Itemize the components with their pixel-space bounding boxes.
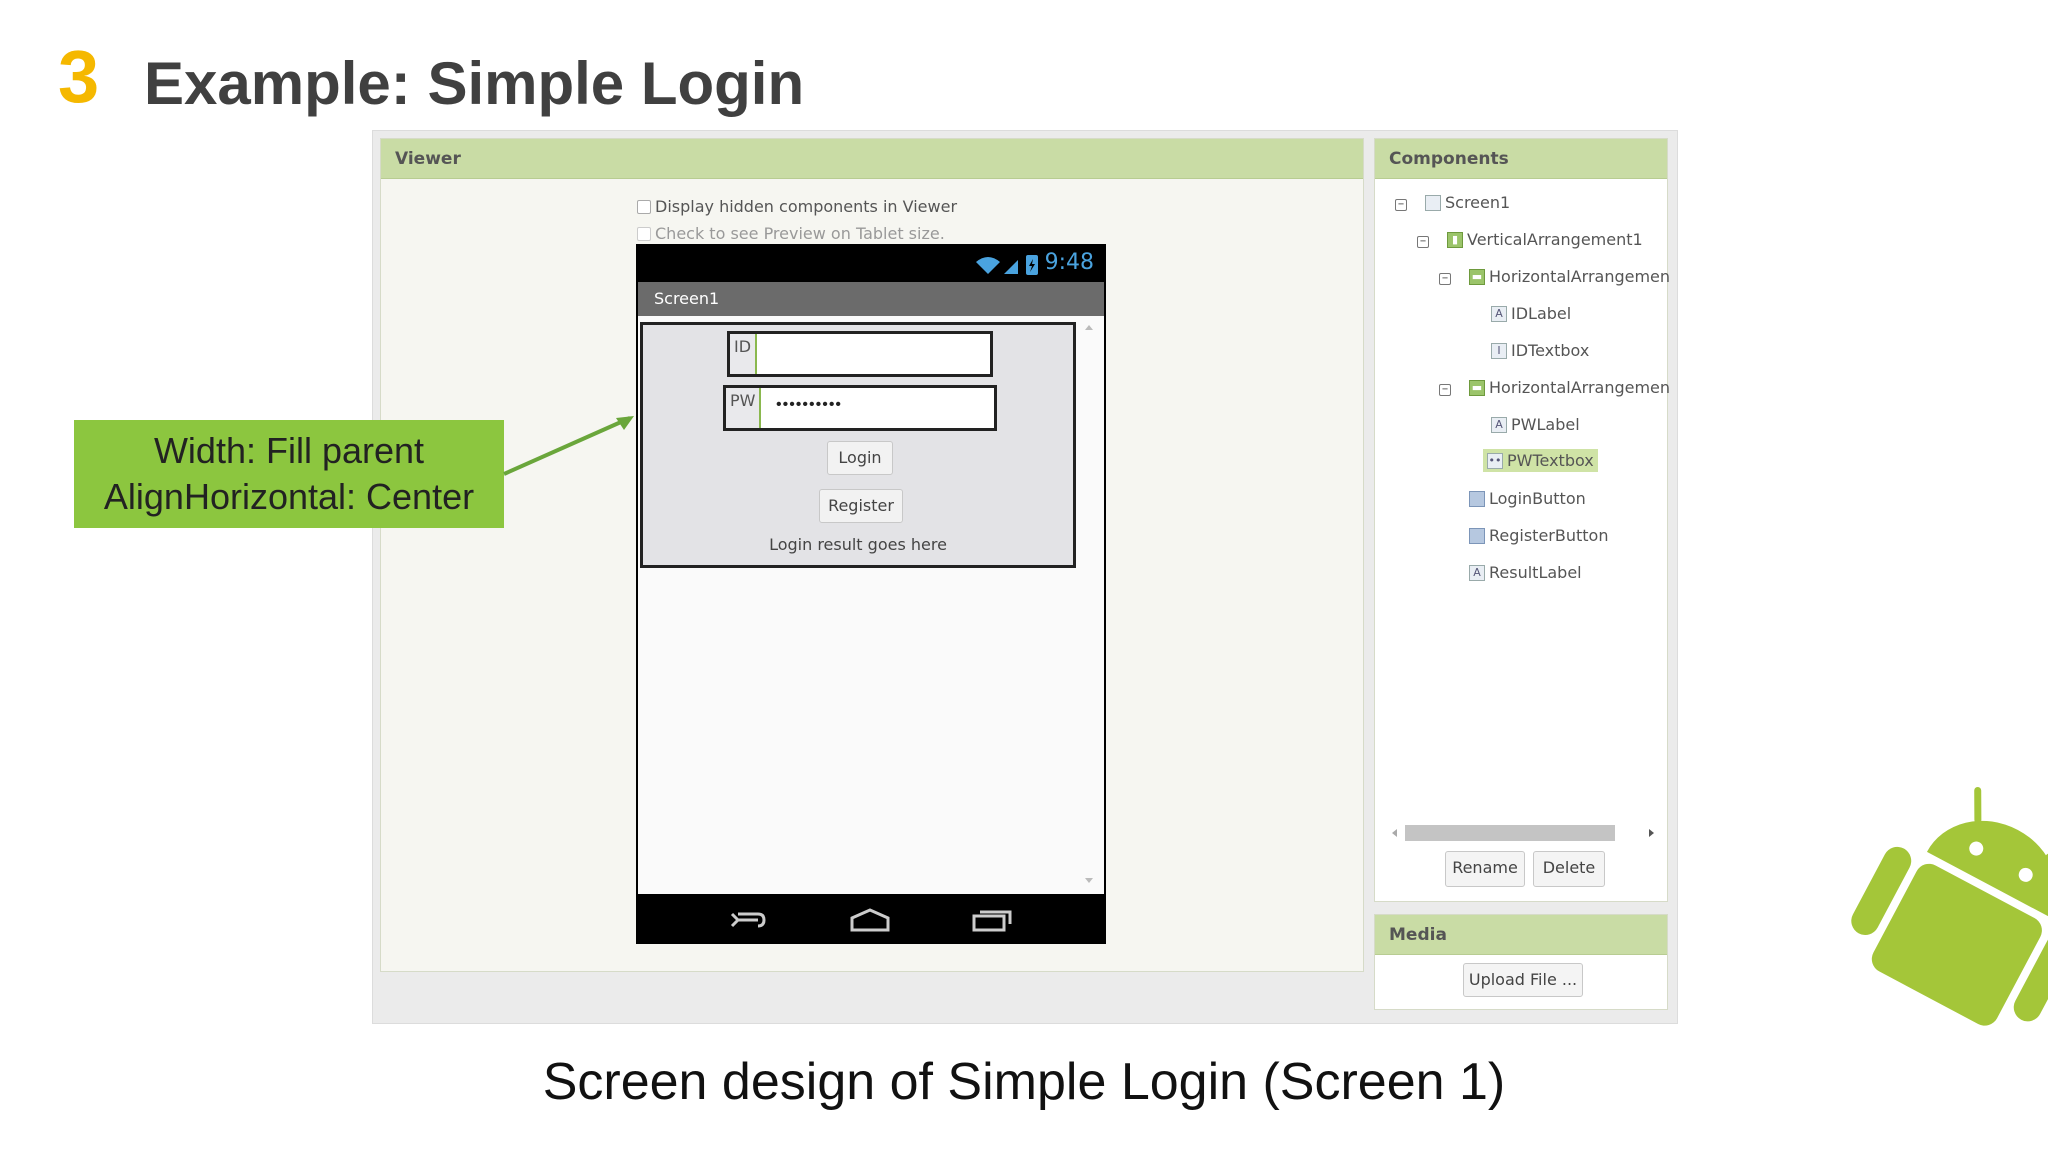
- upload-file-button[interactable]: Upload File ...: [1463, 963, 1583, 997]
- tree-item-pwlabel[interactable]: A PWLabel: [1491, 415, 1580, 434]
- tablet-preview-row[interactable]: Check to see Preview on Tablet size.: [637, 224, 945, 243]
- id-row[interactable]: ID: [727, 331, 993, 377]
- login-button[interactable]: Login: [827, 441, 893, 475]
- delete-button[interactable]: Delete: [1533, 851, 1605, 887]
- password-textbox-icon: ••: [1487, 452, 1503, 469]
- home-icon[interactable]: [848, 906, 892, 934]
- recent-apps-icon[interactable]: [970, 906, 1014, 934]
- textbox-icon: I: [1491, 342, 1507, 359]
- components-header: Components: [1375, 139, 1667, 179]
- collapse-toggle-icon[interactable]: −: [1439, 273, 1451, 285]
- id-label: ID: [730, 334, 758, 374]
- scroll-right-icon[interactable]: [1645, 827, 1657, 839]
- vertical-arrangement-icon: ▮: [1447, 231, 1463, 248]
- collapse-toggle-icon[interactable]: −: [1439, 384, 1451, 396]
- button-icon: [1469, 527, 1485, 544]
- pw-textbox[interactable]: ••••••••••: [776, 396, 842, 414]
- annotation-arrow: [503, 416, 634, 476]
- label-icon: A: [1491, 416, 1507, 433]
- screen-icon: [1425, 194, 1441, 211]
- pw-row[interactable]: PW ••••••••••: [723, 385, 997, 431]
- tree-item-resultlabel[interactable]: A ResultLabel: [1469, 563, 1582, 582]
- vertical-scrollbar[interactable]: [1080, 322, 1098, 886]
- horizontal-scrollbar[interactable]: [1405, 825, 1615, 841]
- pw-label: PW: [726, 388, 762, 428]
- scroll-left-icon[interactable]: [1389, 827, 1401, 839]
- vertical-arrangement[interactable]: ID PW •••••••••• Login Register Login re…: [640, 322, 1076, 568]
- result-label: Login result goes here: [769, 535, 947, 554]
- rename-button[interactable]: Rename: [1445, 851, 1525, 887]
- slide-number: 3: [58, 35, 100, 118]
- display-hidden-label: Display hidden components in Viewer: [655, 197, 958, 216]
- phone-preview: 9:48 Screen1 ID PW •••••••••• Login Regi…: [636, 244, 1106, 944]
- phone-screen: ID PW •••••••••• Login Register Login re…: [638, 316, 1104, 894]
- annotation-line-1: Width: Fill parent: [153, 430, 425, 471]
- label-icon: A: [1469, 564, 1485, 581]
- display-hidden-checkbox[interactable]: [637, 199, 651, 214]
- tree-item-horizontalarrangement2[interactable]: ▬ HorizontalArrangemen: [1469, 378, 1670, 397]
- screen-title-bar: Screen1: [638, 282, 1104, 316]
- tree-item-idtextbox[interactable]: I IDTextbox: [1491, 341, 1589, 360]
- collapse-toggle-icon[interactable]: −: [1395, 199, 1407, 211]
- android-robot-logo: [1851, 786, 2048, 1026]
- annotation-callout: Width: Fill parent AlignHorizontal: Cent…: [74, 420, 504, 528]
- horizontal-arrangement-icon: ▬: [1469, 379, 1485, 396]
- navigation-bar: [636, 894, 1106, 944]
- label-icon: A: [1491, 305, 1507, 322]
- tree-item-horizontalarrangement1[interactable]: ▬ HorizontalArrangemen: [1469, 267, 1670, 286]
- horizontal-arrangement-icon: ▬: [1469, 268, 1485, 285]
- tree-item-loginbutton[interactable]: LoginButton: [1469, 489, 1586, 508]
- annotation-line-2: AlignHorizontal: Center: [103, 476, 475, 517]
- media-panel: Media Upload File ...: [1374, 914, 1668, 1010]
- signal-battery-icon: [976, 255, 1038, 275]
- status-time: 9:48: [1044, 250, 1094, 275]
- slide-caption: Screen design of Simple Login (Screen 1): [542, 1053, 1506, 1111]
- tree-item-pwtextbox[interactable]: •• PWTextbox: [1483, 449, 1598, 472]
- button-icon: [1469, 490, 1485, 507]
- tree-item-registerbutton[interactable]: RegisterButton: [1469, 526, 1608, 545]
- tree-item-idlabel[interactable]: A IDLabel: [1491, 304, 1571, 323]
- viewer-header: Viewer: [381, 139, 1363, 179]
- slide-title: Example: Simple Login: [144, 50, 805, 117]
- media-header: Media: [1375, 915, 1667, 955]
- tree-item-verticalarrangement1[interactable]: ▮ VerticalArrangement1: [1447, 230, 1643, 249]
- register-button[interactable]: Register: [819, 489, 903, 523]
- tablet-preview-label: Check to see Preview on Tablet size.: [655, 224, 945, 243]
- components-panel: Components − Screen1 − ▮ VerticalArrange…: [1374, 138, 1670, 902]
- display-hidden-row[interactable]: Display hidden components in Viewer: [637, 197, 957, 216]
- tree-item-screen1[interactable]: Screen1: [1425, 193, 1510, 212]
- tablet-preview-checkbox[interactable]: [637, 226, 651, 241]
- status-bar: 9:48: [636, 244, 1106, 282]
- collapse-toggle-icon[interactable]: −: [1417, 236, 1429, 248]
- back-icon[interactable]: [728, 906, 768, 934]
